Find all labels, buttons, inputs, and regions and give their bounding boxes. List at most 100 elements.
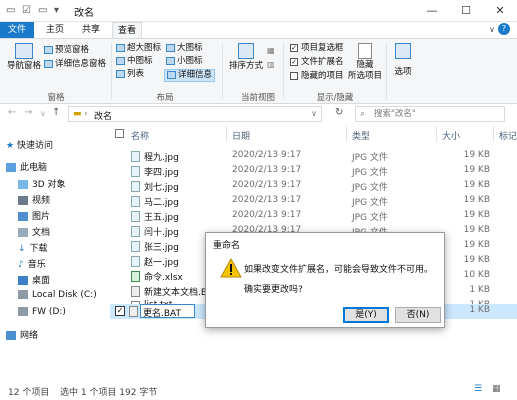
tab-home[interactable]: 主页 [40, 22, 70, 38]
recent-dropdown-icon[interactable]: ∨ [40, 109, 46, 118]
nav-network[interactable]: 网络 [6, 328, 38, 341]
refresh-icon[interactable]: ↻ [335, 107, 343, 118]
add-column-icon[interactable]: ▥ [267, 59, 275, 70]
table-row[interactable]: 王五.jpg 2020/2/13 9:17 JPG 文件 19 KB [110, 209, 517, 224]
hide-selected-button[interactable]: 隐藏 所选项目 [346, 43, 384, 82]
properties-icon[interactable]: ☑ [22, 5, 31, 17]
table-row[interactable]: 程九.jpg 2020/2/13 9:17 JPG 文件 19 KB [110, 149, 517, 164]
divider [386, 43, 387, 99]
image-file-icon [131, 241, 140, 252]
nav-item-videos[interactable]: 视频 [18, 193, 50, 206]
nav-item-fw-d[interactable]: FW (D:) [18, 307, 66, 317]
options-label: 选项 [394, 67, 412, 77]
large-icons-icon [166, 43, 175, 52]
rename-input[interactable]: 更名.BAT [140, 304, 195, 319]
nav-item-desktop[interactable]: 桌面 [18, 273, 50, 286]
nav-item-label: FW (D:) [32, 307, 66, 317]
nav-item-music[interactable]: ♪ 音乐 [18, 257, 46, 270]
nav-item-local-disk-c[interactable]: Local Disk (C:) [18, 290, 97, 300]
batch-file-icon [131, 286, 140, 297]
divider [493, 126, 494, 142]
tab-file[interactable]: 文件 [0, 22, 34, 38]
nav-quick-access[interactable]: ★ 快速访问 [6, 138, 53, 151]
file-name: 王五.jpg [144, 213, 179, 223]
close-button[interactable]: ✕ [483, 0, 517, 22]
table-row[interactable]: 李四.jpg 2020/2/13 9:17 JPG 文件 19 KB [110, 164, 517, 179]
back-icon[interactable]: ← [8, 107, 16, 118]
select-all-checkbox[interactable] [115, 129, 124, 138]
forward-icon[interactable]: → [24, 107, 32, 118]
file-type: JPG 文件 [352, 213, 388, 223]
divider [346, 126, 347, 142]
table-row[interactable]: 马二.jpg 2020/2/13 9:17 JPG 文件 19 KB [110, 194, 517, 209]
details-pane-label: 详细信息窗格 [55, 59, 107, 69]
large-icons-button[interactable]: 大图标 [166, 43, 203, 54]
hidden-items-label: 隐藏的项目 [301, 71, 344, 81]
preview-pane-button[interactable]: 预览窗格 [44, 45, 89, 56]
pictures-icon [18, 212, 28, 221]
column-header-date[interactable]: 日期 [232, 129, 250, 142]
folder-icon: ▬ [73, 109, 82, 119]
address-dropdown-icon[interactable]: ∨ [311, 109, 317, 118]
breadcrumb[interactable]: 改名 [94, 109, 112, 122]
details-view-toggle-icon[interactable]: ☰ [474, 384, 482, 394]
sort-by-button[interactable]: 排序方式 [226, 43, 266, 72]
divider [436, 126, 437, 142]
file-extensions-toggle[interactable]: ✓ 文件扩展名 [290, 57, 344, 68]
selection-info: 选中 1 个项目 192 字节 [60, 388, 158, 398]
up-icon[interactable]: ↑ [52, 107, 60, 118]
options-button[interactable]: 选项 [390, 43, 416, 78]
column-header-type[interactable]: 类型 [352, 129, 370, 142]
minimize-button[interactable]: — [415, 0, 449, 22]
nav-item-downloads[interactable]: ↓ 下载 [18, 241, 48, 254]
divider [222, 43, 223, 99]
drive-icon [18, 290, 28, 299]
nav-item-label: 下载 [29, 244, 48, 254]
image-file-icon [131, 211, 140, 222]
column-header-name[interactable]: 名称 [131, 129, 149, 142]
nav-item-pictures[interactable]: 图片 [18, 209, 50, 222]
file-size: 19 KB [463, 195, 490, 205]
hidden-items-toggle[interactable]: 隐藏的项目 [290, 71, 344, 82]
new-folder-icon[interactable]: ▭ [38, 5, 47, 17]
xl-icons-button[interactable]: 超大图标 [116, 43, 161, 54]
address-bar[interactable]: ▬ › 改名 ∨ [68, 106, 322, 122]
dialog-title: 重命名 [213, 241, 241, 251]
nav-item-3d-objects[interactable]: 3D 对象 [18, 177, 66, 190]
status-bar: 12 个项目 选中 1 个项目 192 字节 ☰ ▦ [0, 380, 517, 400]
quick-access-dropdown-icon[interactable]: ▾ [54, 5, 59, 17]
details-pane-button[interactable]: 详细信息窗格 [44, 59, 106, 70]
nav-pane-label: 导航窗格 [6, 61, 41, 71]
large-icons-toggle-icon[interactable]: ▦ [492, 384, 501, 394]
item-checkboxes-toggle[interactable]: ✓ 项目复选框 [290, 43, 344, 54]
column-header-tags[interactable]: 标记 [499, 129, 517, 142]
divider [111, 43, 112, 99]
tab-share[interactable]: 共享 [76, 22, 106, 38]
tab-view[interactable]: 查看 [112, 22, 142, 38]
nav-this-pc[interactable]: 此电脑 [6, 160, 47, 173]
divider [283, 43, 284, 99]
row-checkbox-checked-icon[interactable]: ✓ [115, 306, 125, 316]
small-icons-button[interactable]: 小图标 [166, 56, 203, 67]
group-by-icon[interactable]: ▦ [267, 45, 275, 56]
medium-icons-button[interactable]: 中图标 [116, 56, 153, 67]
nav-item-documents[interactable]: 文档 [18, 225, 50, 238]
pane-group-label: 窗格 [47, 93, 65, 103]
yes-button[interactable]: 是(Y) [343, 307, 389, 323]
file-date: 2020/2/13 9:17 [232, 165, 302, 175]
maximize-button[interactable]: ☐ [449, 0, 483, 22]
no-button[interactable]: 否(N) [395, 307, 441, 323]
help-icon[interactable]: ? [498, 23, 510, 35]
list-view-button[interactable]: 列表 [116, 69, 144, 80]
table-row[interactable]: 刘七.jpg 2020/2/13 9:17 JPG 文件 19 KB [110, 179, 517, 194]
details-view-button[interactable]: 详细信息 [164, 69, 216, 82]
medium-icons-icon [116, 56, 125, 65]
dialog-message: 如果改变文件扩展名，可能会导致文件不可用。 [244, 265, 434, 275]
file-size: 19 KB [463, 150, 490, 160]
nav-pane-button[interactable]: 导航窗格 [4, 43, 44, 72]
nav-item-label: Local Disk (C:) [32, 290, 97, 300]
column-header-size[interactable]: 大小 [442, 129, 460, 142]
show-hide-group-label: 显示/隐藏 [316, 93, 354, 103]
search-input[interactable]: 搜索"改名" [355, 106, 505, 122]
ribbon-collapse-icon[interactable]: ∨ [489, 25, 495, 34]
